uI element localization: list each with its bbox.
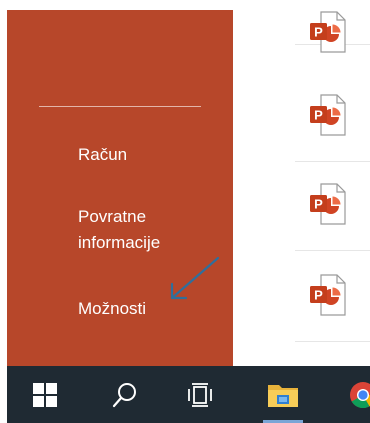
powerpoint-file-icon: P: [310, 274, 346, 316]
windows-start-icon: [33, 382, 57, 407]
powerpoint-file-icon: P: [310, 94, 346, 136]
powerpoint-file-icon: P: [310, 183, 346, 225]
backstage-menu: Račun Povratne informacije Možnosti: [7, 10, 233, 366]
windows-taskbar: [7, 366, 370, 423]
file-explorer-icon: [268, 384, 298, 407]
menu-divider: [39, 106, 201, 107]
chrome-icon: [350, 381, 370, 408]
list-item[interactable]: P: [295, 0, 370, 53]
task-view-button[interactable]: [172, 366, 228, 423]
search-button[interactable]: [97, 366, 153, 423]
list-item[interactable]: P: [295, 73, 370, 162]
powerpoint-file-icon: P: [310, 11, 346, 53]
svg-text:P: P: [314, 197, 323, 212]
search-icon: [112, 382, 136, 407]
annotation-arrow-icon: [170, 256, 220, 300]
chrome-button[interactable]: [335, 366, 370, 423]
svg-text:P: P: [314, 288, 323, 303]
start-button[interactable]: [17, 366, 73, 423]
file-explorer-button[interactable]: [255, 366, 311, 423]
menu-item-account[interactable]: Račun: [78, 142, 218, 168]
screenshot-frame: Račun Povratne informacije Možnosti P P …: [0, 0, 370, 423]
svg-text:P: P: [314, 108, 323, 123]
list-item[interactable]: P: [295, 162, 370, 251]
task-view-icon: [188, 382, 212, 407]
svg-text:P: P: [314, 25, 323, 40]
list-item[interactable]: P: [295, 253, 370, 342]
recent-files-list: P P P P: [295, 0, 370, 366]
menu-item-feedback[interactable]: Povratne informacije: [78, 204, 218, 256]
